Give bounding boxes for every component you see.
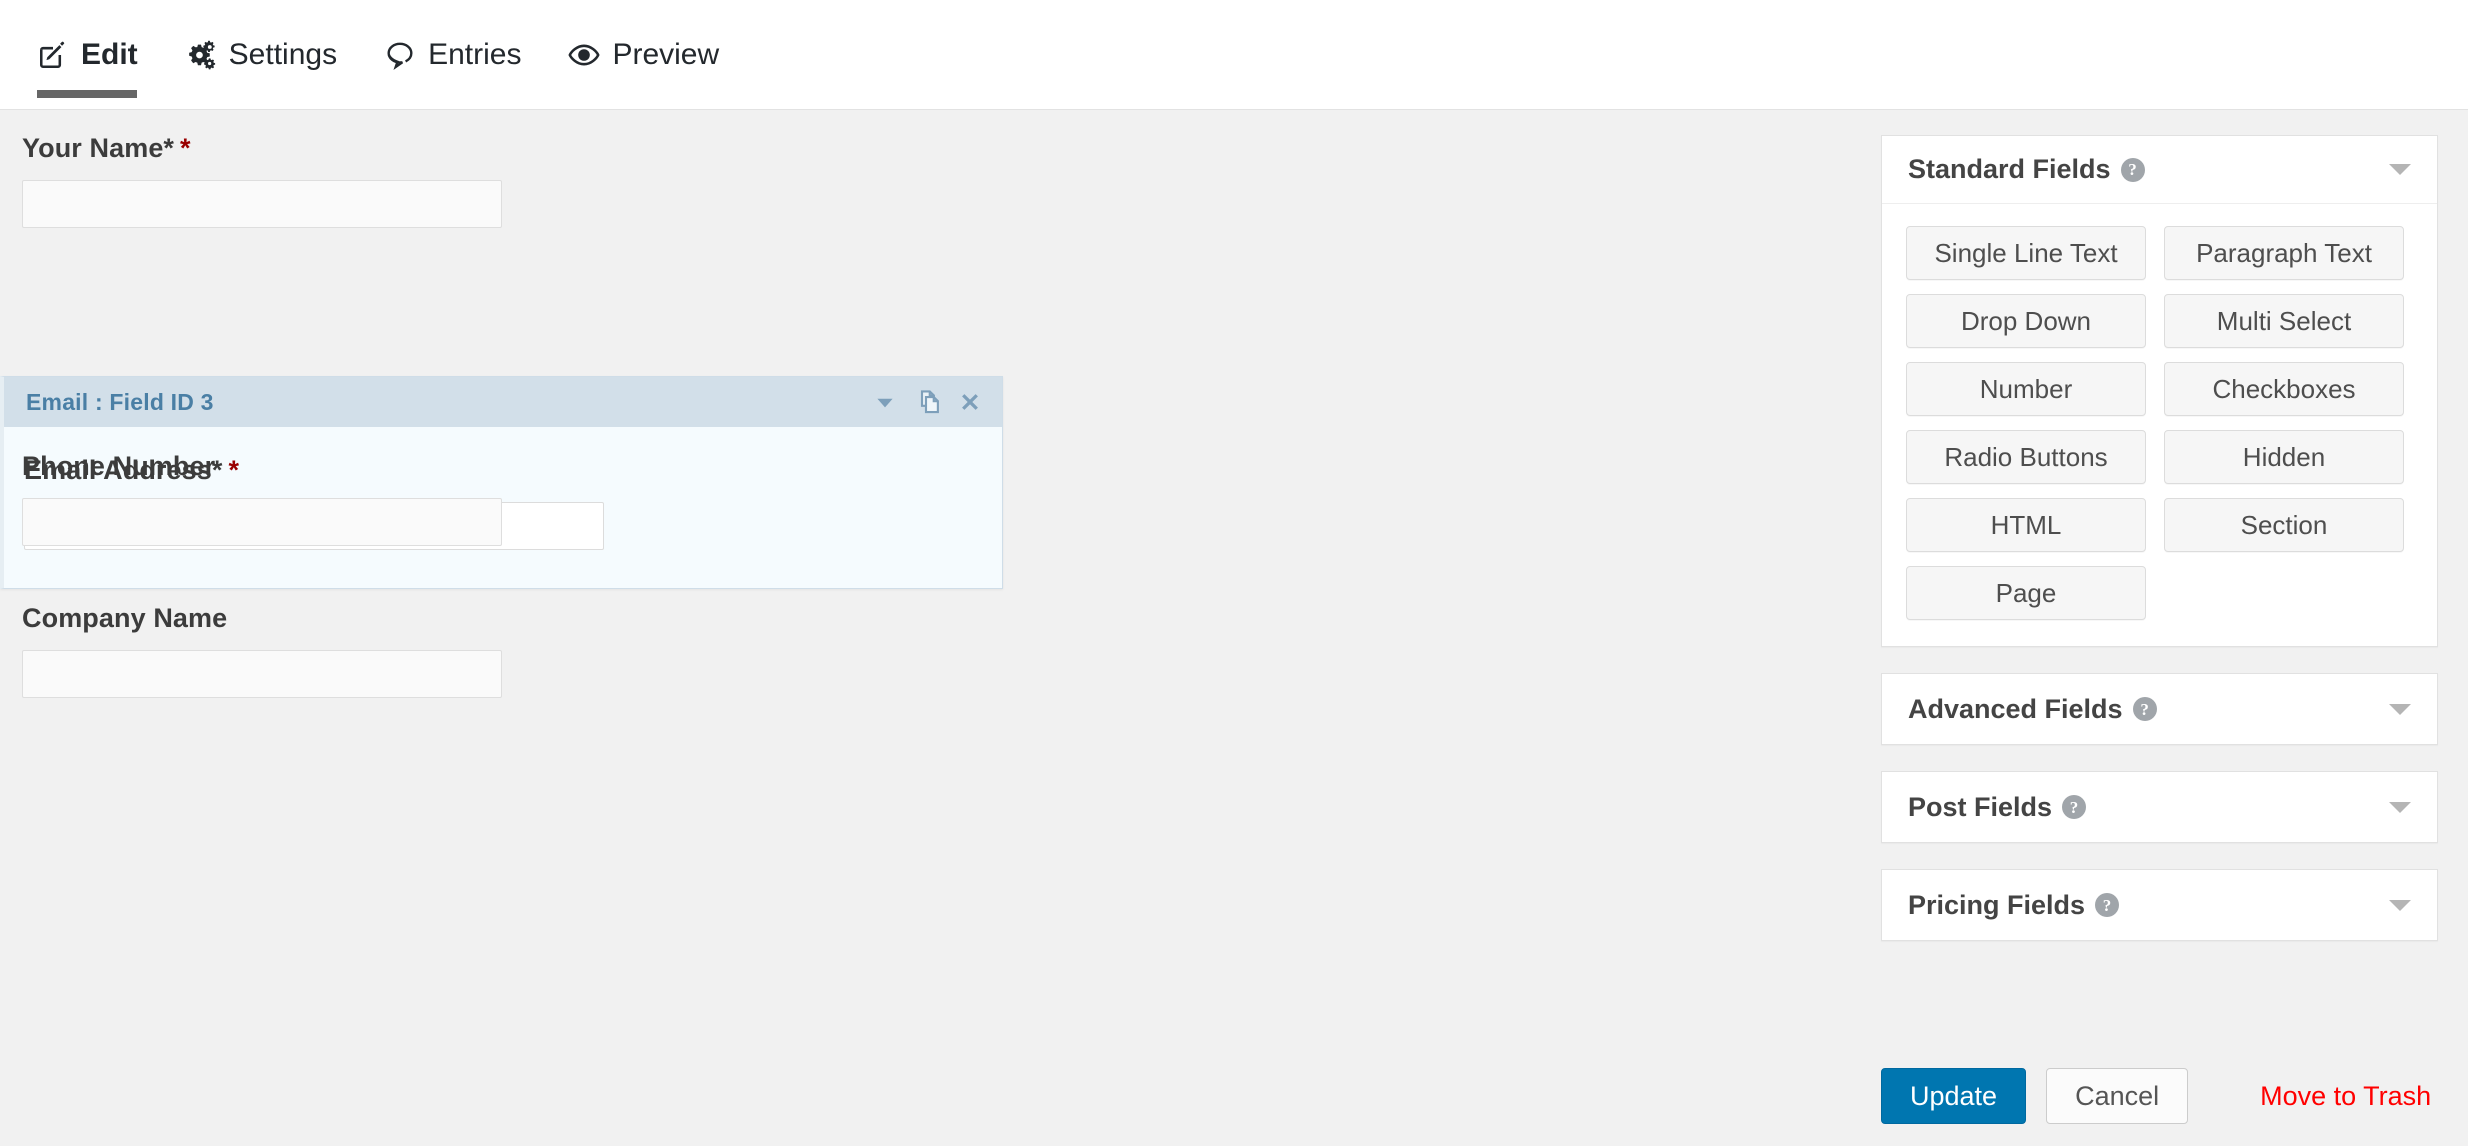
field-label: Phone Number bbox=[0, 451, 1005, 482]
tab-preview-label: Preview bbox=[612, 38, 720, 71]
field-types-sidebar: Standard Fields ? Single Line Text Parag… bbox=[1881, 135, 2438, 967]
field-label: Company Name bbox=[0, 603, 1005, 634]
update-button[interactable]: Update bbox=[1881, 1068, 2027, 1124]
selected-field-title: Email : Field ID 3 bbox=[26, 388, 214, 415]
help-question-icon[interactable]: ? bbox=[2095, 893, 2120, 917]
panel-title-text: Standard Fields bbox=[1908, 154, 2111, 184]
field-button-radio-buttons[interactable]: Radio Buttons bbox=[1906, 430, 2146, 484]
panel-standard-fields-body: Single Line Text Paragraph Text Drop Dow… bbox=[1882, 204, 2437, 646]
delete-field-icon[interactable] bbox=[956, 388, 984, 416]
panel-post-fields: Post Fields ? bbox=[1881, 771, 2438, 843]
panel-standard-fields: Standard Fields ? Single Line Text Parag… bbox=[1881, 135, 2438, 647]
required-asterisk: * bbox=[180, 133, 191, 163]
field-label: Your Name* * bbox=[0, 133, 1005, 164]
field-button-html[interactable]: HTML bbox=[1906, 498, 2146, 552]
collapse-arrow-icon[interactable] bbox=[872, 389, 898, 415]
help-question-icon[interactable]: ? bbox=[2132, 697, 2157, 721]
duplicate-field-icon[interactable] bbox=[912, 387, 942, 417]
panel-post-fields-header[interactable]: Post Fields ? bbox=[1882, 772, 2437, 842]
form-field-phone-number[interactable]: Phone Number bbox=[0, 451, 1005, 546]
cancel-button[interactable]: Cancel bbox=[2046, 1068, 2189, 1124]
field-button-hidden[interactable]: Hidden bbox=[2164, 430, 2404, 484]
panel-title: Advanced Fields ? bbox=[1908, 694, 2157, 725]
field-button-section[interactable]: Section bbox=[2164, 498, 2404, 552]
phone-number-input[interactable] bbox=[22, 498, 502, 546]
field-label-text: Your Name* bbox=[22, 133, 175, 163]
form-field-your-name[interactable]: Your Name* * bbox=[0, 133, 1005, 228]
form-action-bar: Update Cancel Move to Trash bbox=[1881, 1068, 2438, 1124]
selected-field-header: Email : Field ID 3 bbox=[4, 377, 1002, 427]
tab-edit[interactable]: Edit bbox=[36, 0, 138, 110]
edit-pencil-square-icon bbox=[36, 38, 70, 72]
company-name-input[interactable] bbox=[22, 650, 502, 698]
chevron-down-icon[interactable] bbox=[2389, 703, 2411, 715]
field-button-checkboxes[interactable]: Checkboxes bbox=[2164, 362, 2404, 416]
eye-icon bbox=[567, 38, 601, 72]
tab-settings-label: Settings bbox=[228, 38, 338, 71]
chevron-down-icon[interactable] bbox=[2389, 164, 2411, 175]
field-button-paragraph-text[interactable]: Paragraph Text bbox=[2164, 226, 2404, 280]
field-button-page[interactable]: Page bbox=[1906, 566, 2146, 620]
panel-advanced-fields: Advanced Fields ? bbox=[1881, 673, 2438, 745]
field-label-text: Company Name bbox=[22, 603, 228, 633]
help-question-icon[interactable]: ? bbox=[2062, 795, 2087, 819]
panel-pricing-fields: Pricing Fields ? bbox=[1881, 869, 2438, 941]
field-label-text: Phone Number bbox=[22, 451, 216, 481]
field-button-drop-down[interactable]: Drop Down bbox=[1906, 294, 2146, 348]
gears-icon bbox=[184, 38, 218, 72]
field-button-single-line-text[interactable]: Single Line Text bbox=[1906, 226, 2146, 280]
panel-title: Post Fields ? bbox=[1908, 791, 2087, 823]
panel-title: Pricing Fields ? bbox=[1908, 889, 2120, 921]
field-button-multi-select[interactable]: Multi Select bbox=[2164, 294, 2404, 348]
panel-pricing-fields-header[interactable]: Pricing Fields ? bbox=[1882, 870, 2437, 940]
tab-edit-label: Edit bbox=[81, 38, 138, 71]
tab-entries-label: Entries bbox=[428, 38, 522, 71]
panel-title-text: Pricing Fields bbox=[1908, 889, 2086, 920]
move-to-trash-link[interactable]: Move to Trash bbox=[2260, 1081, 2431, 1112]
tab-preview[interactable]: Preview bbox=[567, 0, 719, 110]
form-field-company-name[interactable]: Company Name bbox=[0, 603, 1005, 698]
panel-advanced-fields-header[interactable]: Advanced Fields ? bbox=[1882, 674, 2437, 744]
selected-field-actions bbox=[872, 387, 984, 417]
panel-title-text: Advanced Fields bbox=[1908, 693, 2123, 724]
panel-standard-fields-header[interactable]: Standard Fields ? bbox=[1882, 136, 2437, 204]
editor-tabs: Edit Settings Entries Preview bbox=[36, 0, 719, 110]
your-name-input[interactable] bbox=[22, 180, 502, 228]
panel-title-text: Post Fields bbox=[1908, 791, 2053, 822]
panel-title: Standard Fields ? bbox=[1908, 154, 2145, 185]
chevron-down-icon[interactable] bbox=[2389, 899, 2411, 911]
form-fields-editor: Your Name* * Email : Field ID 3 Email Ad… bbox=[0, 111, 1880, 1146]
form-editor-toolbar: Edit Settings Entries Preview bbox=[0, 0, 2468, 110]
chevron-down-icon[interactable] bbox=[2389, 801, 2411, 813]
field-button-number[interactable]: Number bbox=[1906, 362, 2146, 416]
speech-bubble-icon bbox=[383, 38, 417, 72]
help-question-icon[interactable]: ? bbox=[2120, 157, 2145, 182]
tab-settings[interactable]: Settings bbox=[184, 0, 337, 110]
tab-entries[interactable]: Entries bbox=[383, 0, 521, 110]
standard-field-buttons: Single Line Text Paragraph Text Drop Dow… bbox=[1906, 226, 2413, 620]
